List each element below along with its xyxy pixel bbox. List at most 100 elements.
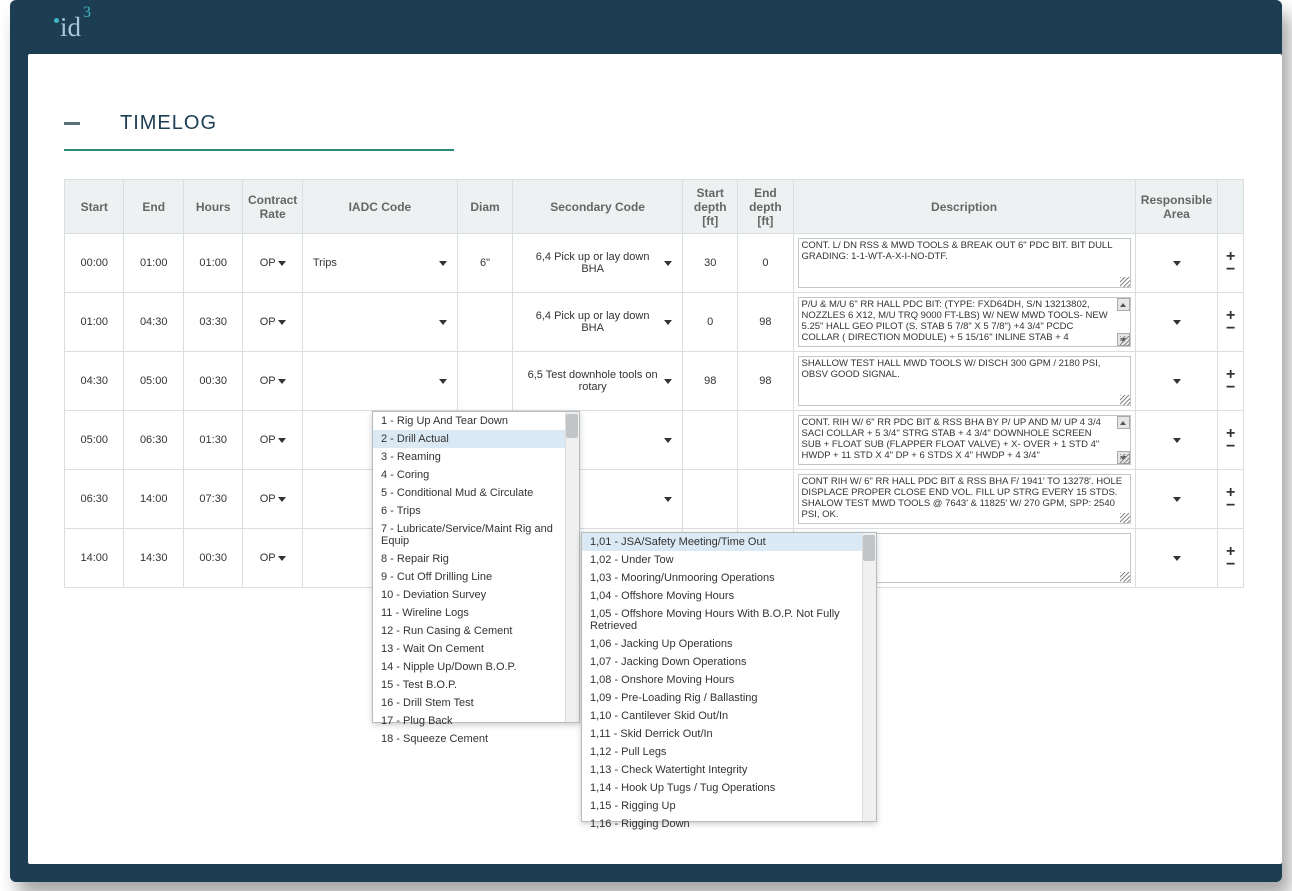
cell-iadc-select[interactable] [307,379,453,384]
dropdown-item[interactable]: 1,07 - Jacking Down Operations [582,653,876,671]
secondary-dropdown[interactable]: 1,01 - JSA/Safety Meeting/Time Out1,02 -… [581,532,877,822]
dropdown-item[interactable]: 13 - Wait On Cement [373,640,579,658]
resize-grip-icon[interactable] [1120,454,1130,464]
scroll-up-icon[interactable] [1117,416,1130,429]
scrollbar-thumb[interactable] [863,535,875,561]
cell-secondary-select[interactable]: 6,4 Pick up or lay down BHA [517,310,678,334]
resize-grip-icon[interactable] [1120,336,1130,346]
dropdown-item[interactable]: 1,08 - Onshore Moving Hours [582,671,876,689]
cell-responsible-select[interactable] [1140,438,1214,443]
cell-end: 01:00 [124,234,183,293]
cell-diam: 6" [457,234,512,293]
cell-iadc[interactable]: Trips [302,234,457,293]
dropdown-item[interactable]: 1,09 - Pre-Loading Rig / Ballasting [582,689,876,707]
cell-responsible-select[interactable] [1140,379,1214,384]
dropdown-item[interactable]: 1,10 - Cantilever Skid Out/In [582,707,876,725]
cell-secondary[interactable]: 6,5 Test downhole tools on rotary [513,352,683,411]
dropdown-item[interactable]: 8 - Repair Rig [373,550,579,568]
resize-grip-icon[interactable] [1120,277,1130,287]
cell-contract[interactable]: OP [243,234,302,293]
cell-responsible-select[interactable] [1140,556,1214,561]
cell-secondary-select[interactable]: 6,5 Test downhole tools on rotary [517,369,678,393]
cell-contract[interactable]: OP [243,293,302,352]
cell-responsible[interactable] [1135,529,1218,588]
dropdown-item[interactable]: 17 - Plug Back [373,712,579,730]
dropdown-item[interactable]: 18 - Squeeze Cement [373,730,579,748]
remove-row-button[interactable]: − [1226,441,1235,452]
cell-contract-select[interactable]: OP [247,493,297,505]
cell-contract-select[interactable]: OP [247,316,297,328]
cell-responsible[interactable] [1135,234,1218,293]
cell-responsible[interactable] [1135,352,1218,411]
remove-row-button[interactable]: − [1226,559,1235,570]
cell-contract-select[interactable]: OP [247,552,297,564]
dropdown-item[interactable]: 11 - Wireline Logs [373,604,579,622]
cell-contract[interactable]: OP [243,352,302,411]
remove-row-button[interactable]: − [1226,382,1235,393]
remove-row-button[interactable]: − [1226,323,1235,334]
dropdown-item[interactable]: 1,15 - Rigging Up [582,797,876,815]
dropdown-item[interactable]: 1,02 - Under Tow [582,551,876,569]
description-textarea[interactable]: CONT. L/ DN RSS & MWD TOOLS & BREAK OUT … [798,238,1131,288]
cell-secondary-select[interactable]: 6,4 Pick up or lay down BHA [517,251,678,275]
cell-contract-select[interactable]: OP [247,375,297,387]
resize-grip-icon[interactable] [1120,513,1130,523]
dropdown-item[interactable]: 16 - Drill Stem Test [373,694,579,712]
cell-responsible[interactable] [1135,470,1218,529]
cell-hours: 00:30 [183,529,242,588]
remove-row-button[interactable]: − [1226,264,1235,275]
cell-secondary[interactable]: 6,4 Pick up or lay down BHA [513,234,683,293]
cell-iadc[interactable] [302,352,457,411]
dropdown-item[interactable]: 1,01 - JSA/Safety Meeting/Time Out [582,533,876,551]
dropdown-item[interactable]: 9 - Cut Off Drilling Line [373,568,579,586]
cell-contract[interactable]: OP [243,529,302,588]
cell-responsible-select[interactable] [1140,261,1214,266]
cell-secondary[interactable]: 6,4 Pick up or lay down BHA [513,293,683,352]
remove-row-button[interactable]: − [1226,500,1235,511]
dropdown-item[interactable]: 1,11 - Skid Derrick Out/In [582,725,876,743]
dropdown-item[interactable]: 1,06 - Jacking Up Operations [582,635,876,653]
dropdown-item[interactable]: 1,14 - Hook Up Tugs / Tug Operations [582,779,876,797]
dropdown-item[interactable]: 10 - Deviation Survey [373,586,579,604]
dropdown-item[interactable]: 1,03 - Mooring/Unmooring Operations [582,569,876,587]
cell-iadc-select[interactable]: Trips [307,257,453,269]
dropdown-item[interactable]: 1,12 - Pull Legs [582,743,876,761]
dropdown-item[interactable]: 3 - Reaming [373,448,579,466]
cell-contract-select[interactable]: OP [247,257,297,269]
dropdown-item[interactable]: 4 - Coring [373,466,579,484]
scrollbar-thumb[interactable] [566,414,578,438]
dropdown-item[interactable]: 12 - Run Casing & Cement [373,622,579,640]
cell-responsible[interactable] [1135,293,1218,352]
cell-iadc[interactable] [302,293,457,352]
dropdown-item[interactable]: 15 - Test B.O.P. [373,676,579,694]
scroll-up-icon[interactable] [1117,298,1130,311]
resize-grip-icon[interactable] [1120,395,1130,405]
dropdown-item[interactable]: 5 - Conditional Mud & Circulate [373,484,579,502]
description-textarea[interactable]: SHALLOW TEST HALL MWD TOOLS W/ DISCH 300… [798,356,1131,406]
cell-contract[interactable]: OP [243,411,302,470]
scrollbar[interactable] [862,533,876,821]
cell-responsible[interactable] [1135,411,1218,470]
scrollbar[interactable] [565,412,579,722]
description-textarea[interactable]: CONT RIH W/ 6" RR HALL PDC BIT & RSS BHA… [798,474,1131,524]
dropdown-item[interactable]: 6 - Trips [373,502,579,520]
description-textarea[interactable]: CONT. RIH W/ 6" RR PDC BIT & RSS BHA BY … [798,415,1131,465]
cell-start: 06:30 [65,470,124,529]
resize-grip-icon[interactable] [1120,572,1130,582]
cell-responsible-select[interactable] [1140,320,1214,325]
dropdown-item[interactable]: 1,05 - Offshore Moving Hours With B.O.P.… [582,605,876,635]
cell-contract-select[interactable]: OP [247,434,297,446]
cell-contract[interactable]: OP [243,470,302,529]
iadc-dropdown[interactable]: 1 - Rig Up And Tear Down2 - Drill Actual… [372,411,580,723]
cell-iadc-select[interactable] [307,320,453,325]
dropdown-item[interactable]: 2 - Drill Actual [373,430,579,448]
dropdown-item[interactable]: 1,04 - Offshore Moving Hours [582,587,876,605]
dropdown-item[interactable]: 1,13 - Check Watertight Integrity [582,761,876,779]
cell-responsible-select[interactable] [1140,497,1214,502]
dropdown-item[interactable]: 1 - Rig Up And Tear Down [373,412,579,430]
description-textarea[interactable]: P/U & M/U 6" RR HALL PDC BIT: (TYPE: FXD… [798,297,1131,347]
dropdown-item[interactable]: 7 - Lubricate/Service/Maint Rig and Equi… [373,520,579,550]
dropdown-item[interactable]: 14 - Nipple Up/Down B.O.P. [373,658,579,676]
dropdown-item[interactable]: 1,16 - Rigging Down [582,815,876,833]
collapse-icon[interactable] [64,122,80,125]
